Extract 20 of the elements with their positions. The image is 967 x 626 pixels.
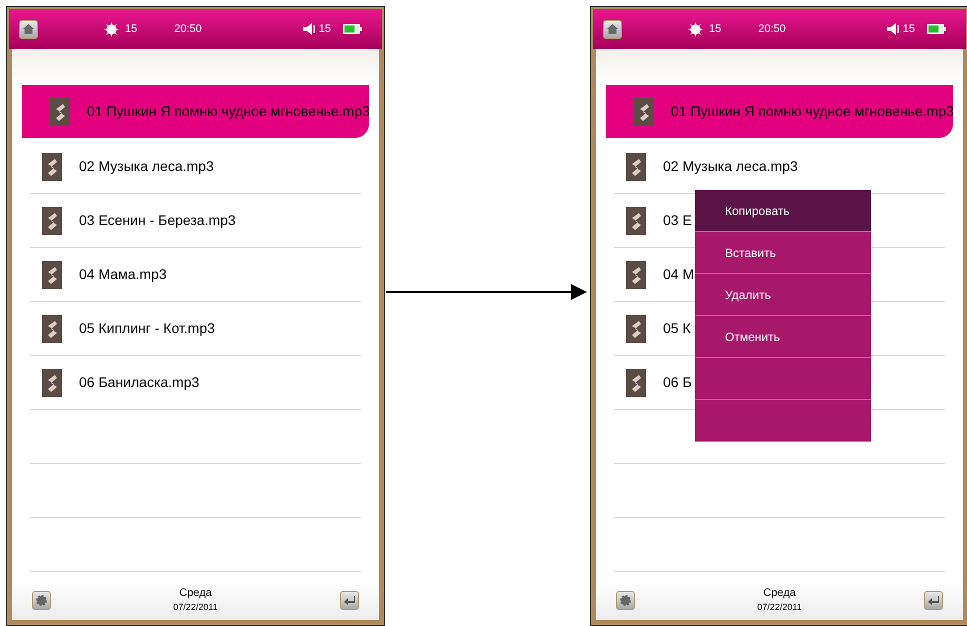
file-name: 06 Баниласка.mp3 bbox=[79, 373, 200, 392]
brightness-value: 15 bbox=[709, 22, 722, 37]
file-name: 06 Б bbox=[663, 373, 692, 392]
date-label: 07/22/2011 bbox=[757, 601, 802, 614]
file-name: 04 М bbox=[663, 265, 694, 284]
weekday-label: Среда bbox=[179, 586, 212, 600]
weekday-label: Среда bbox=[763, 586, 796, 600]
file-name: 03 Есенин - Береза.mp3 bbox=[79, 211, 236, 230]
clock-time: 20:50 bbox=[174, 22, 202, 37]
brightness-value: 15 bbox=[125, 22, 138, 37]
file-name: 03 Е bbox=[663, 211, 692, 230]
volume-value: 15 bbox=[318, 22, 331, 37]
file-name: 02 Музыка леса.mp3 bbox=[663, 157, 798, 176]
date-label: 07/22/2011 bbox=[173, 601, 218, 614]
file-name: 02 Музыка леса.mp3 bbox=[79, 157, 214, 176]
file-name: 05 Киплинг - Кот.mp3 bbox=[79, 319, 215, 338]
volume-value: 15 bbox=[902, 22, 915, 37]
file-name: 05 К bbox=[663, 319, 691, 338]
clock-time: 20:50 bbox=[758, 22, 786, 37]
file-name: 04 Мама.mp3 bbox=[79, 265, 167, 284]
